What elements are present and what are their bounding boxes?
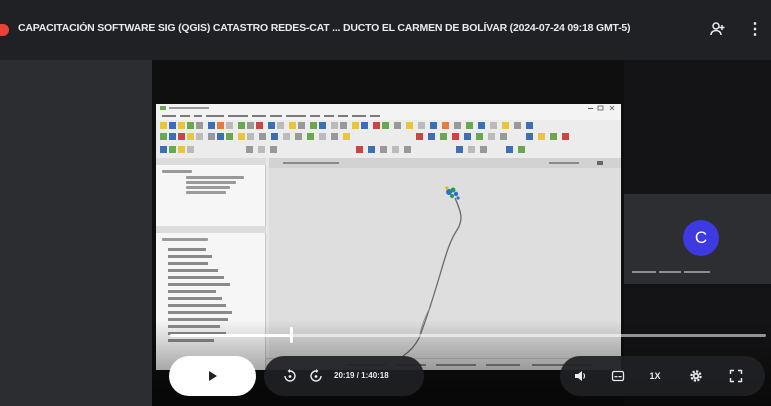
forward-10-icon[interactable] bbox=[306, 356, 326, 396]
fullscreen-icon[interactable] bbox=[726, 356, 746, 396]
layer-line bbox=[168, 248, 206, 251]
volume-icon[interactable] bbox=[570, 356, 590, 396]
video-title: CAPACITACIÓN SOFTWARE SIG (QGIS) CATASTR… bbox=[18, 22, 631, 34]
qgis-menubar bbox=[156, 112, 621, 120]
avatar: C bbox=[683, 220, 719, 256]
layer-line bbox=[168, 311, 232, 314]
tree-line bbox=[162, 238, 208, 241]
map-canvas-header bbox=[269, 158, 621, 168]
settings-gear-icon[interactable] bbox=[686, 356, 706, 396]
top-bar: CAPACITACIÓN SOFTWARE SIG (QGIS) CATASTR… bbox=[0, 0, 771, 60]
tree-line bbox=[186, 176, 244, 179]
time-display: 20:19 / 1:40:18 bbox=[334, 371, 389, 380]
panel-header bbox=[156, 226, 266, 233]
qgis-titlebar bbox=[156, 104, 621, 112]
playback-speed-button[interactable]: 1X bbox=[644, 356, 666, 396]
tree-line bbox=[186, 181, 236, 184]
person-add-icon[interactable] bbox=[707, 18, 729, 40]
layer-line bbox=[168, 304, 226, 307]
layer-line bbox=[168, 262, 208, 265]
layer-line bbox=[168, 290, 216, 293]
qgis-toolbars bbox=[156, 120, 621, 158]
tree-line bbox=[162, 170, 192, 173]
play-button[interactable] bbox=[169, 356, 256, 396]
layer-line bbox=[168, 283, 230, 286]
panel-header bbox=[156, 158, 266, 165]
layer-line bbox=[168, 297, 222, 300]
more-vert-icon[interactable]: ⋮ bbox=[744, 18, 766, 40]
rewind-10-icon[interactable] bbox=[280, 356, 300, 396]
layer-line bbox=[168, 276, 224, 279]
captions-icon[interactable] bbox=[608, 356, 628, 396]
tree-line bbox=[186, 186, 230, 189]
progress-scrubber[interactable] bbox=[290, 327, 293, 343]
participant-name-blurred bbox=[632, 270, 712, 275]
left-margin bbox=[0, 60, 152, 406]
play-icon bbox=[208, 371, 217, 381]
app-logo-icon bbox=[0, 24, 9, 36]
layer-line bbox=[168, 255, 212, 258]
tree-line bbox=[186, 191, 226, 194]
progress-played bbox=[170, 334, 291, 337]
layer-line bbox=[168, 269, 218, 272]
